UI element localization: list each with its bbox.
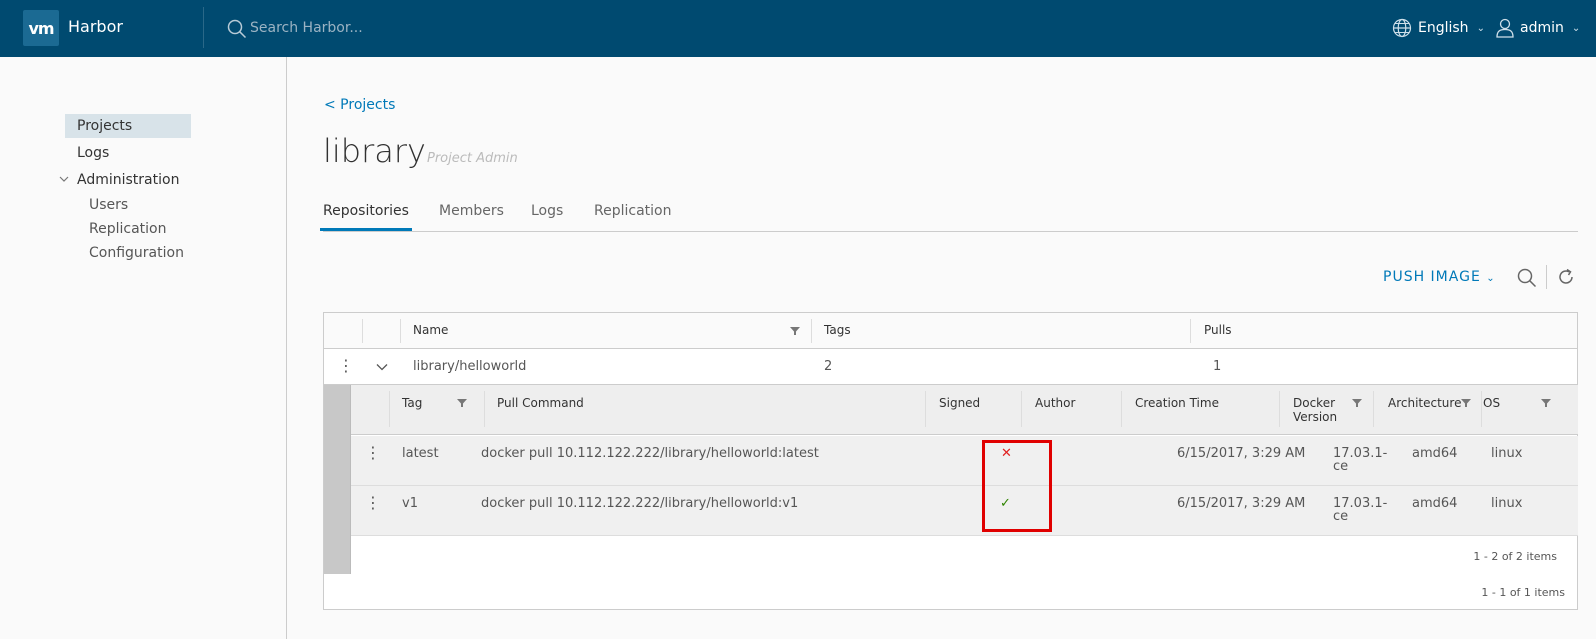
tab-replication[interactable]: Replication <box>594 203 671 231</box>
table-row[interactable]: ⋮ v1 docker pull 10.112.122.222/library/… <box>351 486 1578 536</box>
column-separator <box>1481 391 1482 427</box>
column-header-name[interactable]: Name <box>413 323 448 337</box>
chevron-down-icon[interactable] <box>376 363 388 371</box>
column-header-docker-version[interactable]: Docker Version <box>1293 396 1337 424</box>
project-role: Project Admin <box>427 151 518 166</box>
column-separator <box>389 391 390 427</box>
column-header-pulls[interactable]: Pulls <box>1204 323 1232 337</box>
column-header-signed[interactable]: Signed <box>939 396 980 410</box>
filter-icon[interactable] <box>1352 398 1362 408</box>
docker-version-line-2: Version <box>1293 410 1338 424</box>
architecture: amd64 <box>1412 496 1458 511</box>
column-separator <box>1279 391 1280 427</box>
column-separator <box>1373 391 1374 427</box>
tab-logs[interactable]: Logs <box>531 203 563 231</box>
tag-datagrid: Tag Pull Command Signed Author Creation … <box>350 385 1578 574</box>
tag-name: v1 <box>402 496 418 511</box>
column-separator <box>1190 319 1191 343</box>
column-separator <box>925 391 926 427</box>
signed-column-highlight <box>982 440 1052 532</box>
column-separator <box>1121 391 1122 427</box>
column-separator <box>362 319 363 343</box>
global-search-input[interactable] <box>250 17 550 39</box>
column-header-architecture[interactable]: Architecture <box>1388 396 1461 410</box>
table-row[interactable]: ⋮ latest docker pull 10.112.122.222/libr… <box>351 436 1578 486</box>
creation-time: 6/15/2017, 3:29 AM <box>1177 446 1306 461</box>
column-separator <box>400 319 401 343</box>
chevron-down-icon: ⌄ <box>1571 22 1581 34</box>
user-icon <box>1496 18 1514 38</box>
row-actions-icon[interactable]: ⋮ <box>365 495 381 511</box>
architecture: amd64 <box>1412 446 1458 461</box>
docker-version-line-2: ce <box>1333 459 1349 474</box>
search-icon <box>227 19 247 39</box>
repository-grid-header: Name Tags Pulls <box>324 313 1577 349</box>
tab-members[interactable]: Members <box>439 203 504 231</box>
language-selector[interactable]: English ⌄ <box>1392 17 1485 39</box>
page-title: library <box>323 132 426 170</box>
push-image-button[interactable]: PUSH IMAGE ⌄ <box>1383 269 1496 285</box>
column-header-os[interactable]: OS <box>1483 396 1500 410</box>
os: linux <box>1491 446 1523 461</box>
tag-grid-header: Tag Pull Command Signed Author Creation … <box>351 385 1578 435</box>
column-separator <box>484 391 485 427</box>
push-image-label: PUSH IMAGE <box>1383 269 1481 285</box>
user-menu[interactable]: admin ⌄ <box>1496 17 1580 39</box>
sidebar-item-users[interactable]: Users <box>89 195 128 215</box>
column-separator <box>1021 391 1022 427</box>
refresh-icon[interactable] <box>1556 267 1576 287</box>
docker-version: 17.03.1- ce <box>1333 497 1387 523</box>
chevron-down-icon: ⌄ <box>1476 22 1485 34</box>
tab-repositories[interactable]: Repositories <box>320 203 412 231</box>
back-to-projects-link[interactable]: < Projects <box>324 97 395 113</box>
filter-icon[interactable] <box>457 398 467 408</box>
creation-time: 6/15/2017, 3:29 AM <box>1177 496 1306 511</box>
row-actions-icon[interactable]: ⋮ <box>338 358 354 374</box>
chevron-down-icon: ⌄ <box>1486 273 1496 284</box>
globe-icon <box>1392 18 1412 38</box>
vmware-logo[interactable]: vm <box>23 10 59 46</box>
column-header-tag[interactable]: Tag <box>402 396 422 410</box>
user-name: admin <box>1520 20 1564 36</box>
tag-name: latest <box>402 446 439 461</box>
sidebar-item-configuration[interactable]: Configuration <box>89 243 184 263</box>
sidebar-item-replication[interactable]: Replication <box>89 219 166 239</box>
app-header: vm Harbor English ⌄ admin ⌄ <box>0 0 1596 57</box>
filter-icon[interactable] <box>1461 398 1471 408</box>
repository-datagrid: Name Tags Pulls ⋮ library/helloworld 2 1… <box>323 312 1578 610</box>
table-row[interactable]: ⋮ library/helloworld 2 1 <box>324 349 1577 385</box>
column-header-author[interactable]: Author <box>1035 396 1075 410</box>
pull-command[interactable]: docker pull 10.112.122.222/library/hello… <box>481 497 798 510</box>
docker-version-line-1: Docker <box>1293 396 1336 410</box>
repo-pulls-count: 1 <box>1213 359 1222 374</box>
header-divider <box>203 7 204 48</box>
brand-name[interactable]: Harbor <box>68 17 123 36</box>
sidebar-item-logs[interactable]: Logs <box>77 141 109 165</box>
tag-grid-footer: 1 - 2 of 2 items <box>1473 550 1557 563</box>
row-actions-icon[interactable]: ⋮ <box>365 445 381 461</box>
toolbar-divider <box>1546 265 1547 289</box>
search-icon[interactable] <box>1517 268 1537 288</box>
repo-tags-count: 2 <box>824 359 833 374</box>
sidebar-item-projects[interactable]: Projects <box>65 114 191 138</box>
chevron-down-icon[interactable] <box>59 175 69 183</box>
project-tabs: Repositories Members Logs Replication <box>320 201 1578 232</box>
os: linux <box>1491 496 1523 511</box>
docker-version: 17.03.1- ce <box>1333 447 1387 473</box>
filter-icon[interactable] <box>1541 398 1551 408</box>
repository-grid-footer: 1 - 1 of 1 items <box>1481 586 1565 599</box>
language-label: English <box>1418 20 1469 36</box>
repository-detail-panel: Tag Pull Command Signed Author Creation … <box>324 385 1578 574</box>
filter-icon[interactable] <box>790 326 800 336</box>
pull-command[interactable]: docker pull 10.112.122.222/library/hello… <box>481 447 819 460</box>
sidebar: Projects Logs Administration Users Repli… <box>0 57 287 639</box>
column-header-pull-command[interactable]: Pull Command <box>497 396 584 410</box>
repo-name[interactable]: library/helloworld <box>413 359 526 374</box>
column-header-tags[interactable]: Tags <box>824 323 851 337</box>
docker-version-line-2: ce <box>1333 509 1349 524</box>
column-separator <box>811 319 812 343</box>
sidebar-item-administration[interactable]: Administration <box>77 168 179 192</box>
column-header-creation-time[interactable]: Creation Time <box>1135 396 1219 410</box>
